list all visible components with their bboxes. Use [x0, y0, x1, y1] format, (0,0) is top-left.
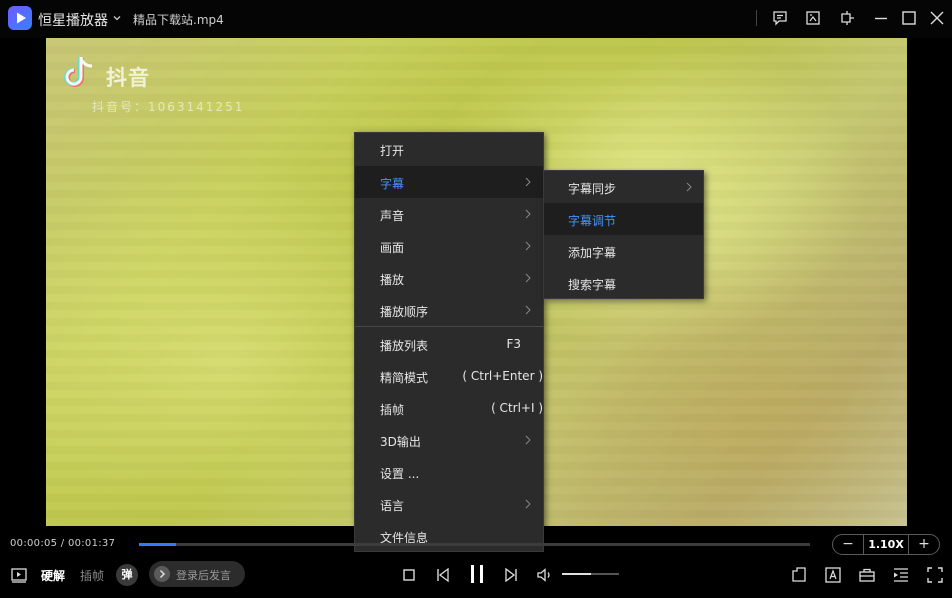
chevron-right-icon	[525, 499, 531, 509]
menu-item-shortcut: ( Ctrl+I )	[491, 401, 543, 415]
maximize-icon[interactable]	[900, 9, 918, 27]
menu-item-label: 播放	[380, 273, 405, 287]
file-name: 精品下载站.mp4	[133, 13, 224, 27]
chevron-right-icon	[525, 273, 531, 283]
submenu-item-search-subtitle[interactable]: 搜索字幕	[544, 267, 703, 299]
comment-input[interactable]: 登录后发言	[149, 561, 245, 587]
subtitle-submenu: 字幕同步 字幕调节 添加字幕 搜索字幕	[543, 170, 704, 299]
menu-item-playback[interactable]: 播放	[355, 262, 543, 294]
previous-icon[interactable]	[434, 566, 452, 584]
chevron-right-circle-icon	[154, 566, 170, 582]
submenu-item-label: 字幕同步	[568, 182, 617, 196]
progress-bar[interactable]	[139, 543, 810, 546]
menu-item-label: 语言	[380, 499, 405, 513]
menu-item-settings[interactable]: 设置 ...	[355, 456, 543, 488]
toolbox-icon[interactable]	[858, 566, 876, 584]
chevron-right-icon	[525, 177, 531, 187]
menu-item-3d-output[interactable]: 3D输出	[355, 424, 543, 456]
app-logo-icon[interactable]	[8, 6, 32, 30]
volume-slider[interactable]	[562, 573, 619, 575]
danmu-toggle[interactable]: 弹	[116, 564, 138, 586]
menu-item-label: 画面	[380, 241, 405, 255]
chevron-right-icon	[525, 209, 531, 219]
playlist-icon[interactable]	[892, 566, 910, 584]
speed-control: − 1.10X +	[832, 534, 940, 555]
pause-icon[interactable]	[466, 563, 488, 585]
screenshot-icon[interactable]	[804, 9, 822, 27]
menu-item-label: 播放顺序	[380, 305, 429, 319]
submenu-item-label: 搜索字幕	[568, 278, 617, 292]
subtitle-icon[interactable]	[824, 566, 842, 584]
submenu-item-add-subtitle[interactable]: 添加字幕	[544, 235, 703, 267]
comment-icon[interactable]	[771, 9, 789, 27]
time-display: 00:00:05 / 00:01:37	[10, 538, 116, 549]
chevron-right-icon	[686, 182, 692, 192]
submenu-item-subtitle-sync[interactable]: 字幕同步	[544, 171, 703, 203]
playlist-panel-icon[interactable]	[10, 566, 28, 584]
menu-item-label: 声音	[380, 209, 405, 223]
chevron-right-icon	[525, 241, 531, 251]
speed-decrease-button[interactable]: −	[833, 535, 863, 554]
douyin-watermark-logo	[64, 57, 93, 87]
menu-item-label: 插帧	[380, 403, 405, 417]
fullscreen-icon[interactable]	[926, 566, 944, 584]
menu-item-label: 3D输出	[380, 435, 421, 449]
menu-item-play-order[interactable]: 播放顺序	[355, 294, 543, 326]
menu-item-label: 精简模式	[380, 371, 429, 385]
menu-item-language[interactable]: 语言	[355, 488, 543, 520]
context-menu: 打开 字幕 声音 画面 播放 播放顺序 播放列表 F3 精简模式 ( Ctrl+…	[354, 132, 544, 552]
comment-placeholder: 登录后发言	[176, 569, 231, 582]
watermark-id: 抖音号：1063141251	[92, 100, 245, 114]
stop-icon[interactable]	[400, 566, 418, 584]
chevron-right-icon	[525, 305, 531, 315]
menu-item-label: 字幕	[380, 177, 405, 191]
mini-window-icon[interactable]	[790, 566, 808, 584]
menu-item-label: 播放列表	[380, 339, 429, 353]
hw-decode-toggle[interactable]: 硬解	[41, 567, 65, 584]
progress-fill	[139, 543, 176, 546]
menu-item-video[interactable]: 画面	[355, 230, 543, 262]
chevron-right-icon	[525, 435, 531, 445]
menu-item-subtitle[interactable]: 字幕	[355, 166, 543, 198]
watermark-brand: 抖音	[106, 66, 150, 90]
close-icon[interactable]	[928, 9, 946, 27]
minimize-icon[interactable]	[872, 9, 890, 27]
pin-on-top-icon[interactable]	[838, 9, 856, 27]
menu-item-frame-interpolation[interactable]: 插帧 ( Ctrl+I )	[355, 392, 543, 424]
menu-divider	[355, 326, 543, 327]
menu-item-playlist[interactable]: 播放列表 F3	[355, 328, 543, 360]
menu-item-compact-mode[interactable]: 精简模式 ( Ctrl+Enter )	[355, 360, 543, 392]
submenu-item-label: 添加字幕	[568, 246, 617, 260]
next-icon[interactable]	[502, 566, 520, 584]
volume-icon[interactable]	[536, 566, 554, 584]
menu-item-audio[interactable]: 声音	[355, 198, 543, 230]
submenu-item-label: 字幕调节	[568, 214, 617, 228]
app-name[interactable]: 恒星播放器	[38, 10, 108, 30]
speed-increase-button[interactable]: +	[909, 535, 939, 554]
menu-item-label: 设置 ...	[380, 467, 420, 481]
titlebar-divider	[756, 10, 757, 26]
menu-item-open[interactable]: 打开	[355, 133, 543, 165]
frame-interp-toggle[interactable]: 插帧	[80, 567, 104, 584]
volume-fill	[562, 573, 591, 575]
menu-item-file-info[interactable]: 文件信息	[355, 520, 543, 552]
menu-item-shortcut: F3	[506, 337, 521, 351]
app-menu-chevron-down-icon[interactable]	[112, 13, 122, 23]
title-bar: 恒星播放器 精品下载站.mp4	[0, 0, 952, 38]
menu-item-label: 打开	[380, 144, 405, 158]
speed-value[interactable]: 1.10X	[863, 535, 909, 554]
submenu-item-subtitle-adjust[interactable]: 字幕调节	[544, 203, 703, 235]
menu-item-shortcut: ( Ctrl+Enter )	[462, 369, 543, 383]
